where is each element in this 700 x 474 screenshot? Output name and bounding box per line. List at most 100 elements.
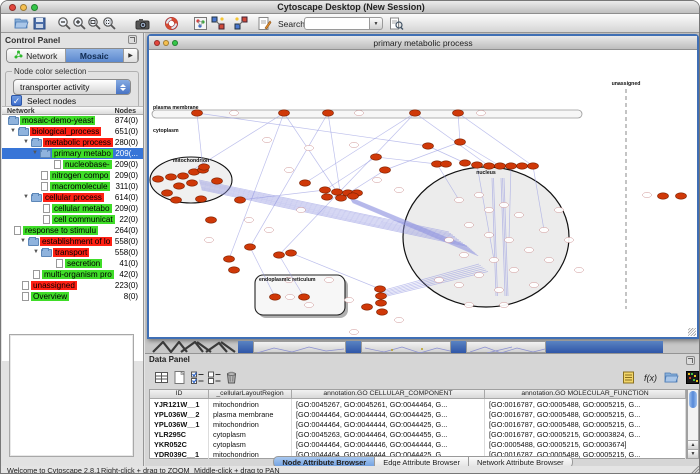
zoom-selected-icon[interactable] [101, 15, 118, 32]
node-color-dropdown[interactable]: transporter activity [13, 79, 131, 95]
table-cell[interactable]: YLR295C [150, 429, 209, 439]
expander-icon[interactable]: ▼ [10, 128, 16, 135]
tree-row-overview[interactable]: Overview8(0) [2, 291, 143, 302]
network-node [376, 293, 387, 299]
tree-row-mosaic-demo-yeast[interactable]: mosaic-demo-yeast874(0) [2, 115, 143, 126]
table-cell[interactable]: [GO:0045263, GO:0044464, GO:0044455, G..… [292, 429, 485, 439]
table-cell[interactable]: [GO:0045267, GO:0045261, GO:0044464, G..… [292, 399, 485, 409]
view-resize-grip[interactable] [688, 328, 696, 336]
table-cell[interactable]: mitochondrion [209, 419, 292, 429]
background-window-preview[interactable] [361, 341, 451, 353]
background-window-edge[interactable] [451, 341, 466, 353]
data-panel: Data Panel f(x) ID_cellularLayoutRegiona… [145, 353, 700, 466]
table-cell[interactable]: YPL036W__2 [150, 409, 209, 419]
tree-row-secretion[interactable]: secretion41(0) [2, 258, 143, 269]
column-header[interactable]: _cellularLayoutRegion [209, 390, 292, 399]
table-cell[interactable]: [GO:0016787, GO:0005488, GO:0005215, G..… [485, 399, 686, 409]
table-cell[interactable]: [GO:0016787, GO:0005488, GO:0005215, G..… [485, 409, 686, 419]
column-header[interactable]: ID [150, 390, 209, 399]
expander-icon[interactable]: ▼ [20, 238, 26, 245]
float-data-panel-icon[interactable] [686, 356, 695, 365]
attribute-grid-icon[interactable] [152, 368, 170, 386]
search-input[interactable] [304, 17, 370, 30]
table-cell[interactable]: YJR121W__1 [150, 399, 209, 409]
open-folder-icon[interactable] [13, 15, 30, 32]
help-lifesaver-icon[interactable] [163, 15, 180, 32]
new-attribute-icon[interactable] [170, 368, 188, 386]
tree-row-cellular-metabo[interactable]: cellular metabo209(0) [2, 203, 143, 214]
column-header[interactable]: annotation.GO MOLECULAR_FUNCTION [485, 390, 686, 399]
network-node [274, 252, 285, 258]
expander-icon[interactable]: ▼ [23, 194, 29, 201]
table-cell[interactable]: [GO:0005488, GO:0005215, GO:0003674] [485, 439, 686, 449]
tree-row-unassigned[interactable]: unassigned223(0) [2, 280, 143, 291]
column-header[interactable]: annotation.GO CELLULAR_COMPONENT [292, 390, 485, 399]
background-window-preview[interactable] [466, 341, 546, 353]
tree-row-transport[interactable]: ▼transport558(0) [2, 247, 143, 258]
search-dropdown-arrow[interactable]: ▼ [370, 17, 383, 30]
tree-row-metabolic-process[interactable]: ▼metabolic process280(0) [2, 137, 143, 148]
window-resize-grip[interactable] [691, 466, 700, 474]
table-cell[interactable]: [GO:0044464, GO:0044444, GO:0044425, G..… [292, 409, 485, 419]
tab-overflow-arrow[interactable]: ▶ [124, 49, 138, 62]
layout-network-1-icon[interactable] [210, 15, 227, 32]
float-panel-icon[interactable] [128, 35, 137, 44]
network-node [245, 244, 256, 250]
expander-icon[interactable]: ▼ [32, 150, 38, 157]
function-builder-icon[interactable]: f(x) [641, 368, 659, 386]
expander-icon[interactable]: ▼ [23, 139, 29, 146]
tree-row-cellular-process[interactable]: ▼cellular process614(0) [2, 192, 143, 203]
birdseye-view[interactable] [9, 334, 134, 457]
snapshot-camera-icon[interactable] [134, 15, 151, 32]
tree-row-multi-organism-pro[interactable]: multi-organism pro42(0) [2, 269, 143, 280]
table-cell[interactable]: [GO:0016787, GO:0005488, GO:0005215, G..… [485, 419, 686, 429]
tab-network[interactable]: Network [7, 49, 66, 62]
tree-row-macromolecule[interactable]: macromolecule311(0) [2, 181, 143, 192]
table-cell[interactable]: YPL036W__1 [150, 419, 209, 429]
expander-icon[interactable]: ▼ [33, 249, 39, 256]
tree-row-count: 209(0) [115, 160, 138, 169]
tree-row-biological-process[interactable]: ▼biological_process651(0) [2, 126, 143, 137]
table-scrollbar[interactable]: ▲ ▼ [687, 389, 699, 459]
table-cell[interactable]: [GO:0044464, GO:0044446, GO:0044444, G..… [292, 439, 485, 449]
network-view-titlebar[interactable]: primary metabolic process [149, 36, 697, 50]
save-icon[interactable] [31, 15, 48, 32]
table-cell[interactable]: cytoplasm [209, 439, 292, 449]
scrollbar-thumb[interactable] [689, 391, 697, 408]
svg-text:endoplasmic reticulum: endoplasmic reticulum [259, 277, 316, 283]
background-window-edge[interactable] [238, 341, 253, 353]
tab-mosaic[interactable]: Mosaic [66, 49, 125, 62]
layout-network-2-icon[interactable] [233, 15, 250, 32]
select-nodes-row: ✓ Select nodes [11, 95, 76, 106]
table-cell[interactable]: YKR052C [150, 439, 209, 449]
matrix-view-icon[interactable] [683, 368, 700, 386]
plugin-manager-icon[interactable] [192, 15, 209, 32]
search-settings-icon[interactable] [388, 15, 405, 32]
tree-row-nucleobase-[interactable]: nucleobase-209(0) [2, 159, 143, 170]
table-cell[interactable]: cytoplasm [209, 429, 292, 439]
select-attributes-icon[interactable] [188, 368, 206, 386]
table-cell[interactable]: plasma membrane [209, 409, 292, 419]
background-window-titlebar[interactable] [546, 341, 663, 353]
delete-attribute-icon[interactable] [222, 368, 240, 386]
scroll-up-button[interactable]: ▲ [688, 440, 698, 449]
select-nodes-checkbox[interactable]: ✓ [11, 95, 22, 106]
tree-row-cell-communicat[interactable]: cell communicat22(0) [2, 214, 143, 225]
attribute-batch-icon[interactable] [619, 368, 637, 386]
import-attributes-icon[interactable] [662, 368, 680, 386]
tree-row-establishment-of-lo[interactable]: ▼establishment of lo558(0) [2, 236, 143, 247]
tree-row-primary-metabo[interactable]: ▼primary metabo209(... [2, 148, 143, 159]
tree-row-count: 280(0) [115, 138, 138, 147]
table-cell[interactable]: [GO:0016787, GO:0005215, GO:0003824, G..… [485, 429, 686, 439]
table-cell[interactable]: mitochondrion [209, 399, 292, 409]
table-cell[interactable]: [GO:0044464, GO:0044444, GO:0044425, G..… [292, 419, 485, 429]
network-canvas[interactable]: plasma membranecytoplasmmitochondrionnuc… [149, 50, 697, 337]
network-node [322, 194, 333, 200]
annotation-icon[interactable] [256, 15, 273, 32]
background-window-edge[interactable] [346, 341, 361, 353]
background-window-preview[interactable] [253, 341, 346, 353]
unselect-attributes-icon[interactable] [205, 368, 223, 386]
tree-row-response-to-stimulu[interactable]: response to stimulu264(0) [2, 225, 143, 236]
tree-row-count: 874(0) [115, 116, 138, 125]
tree-row-nitrogen-compo[interactable]: nitrogen compo209(0) [2, 170, 143, 181]
